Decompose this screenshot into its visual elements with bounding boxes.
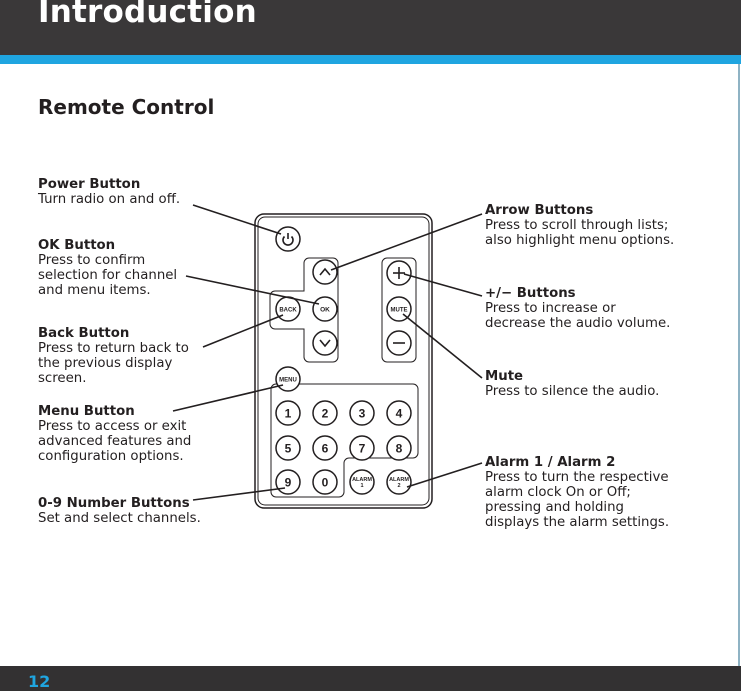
alarm-2-button[interactable]: ALARM 2 <box>386 469 412 495</box>
arrow-up-button[interactable] <box>312 259 338 285</box>
leader-line-mute <box>402 313 483 379</box>
leader-line-ok <box>185 275 320 305</box>
power-button[interactable] <box>275 226 301 252</box>
key-label: 1 <box>285 407 292 421</box>
back-label: BACK <box>279 308 297 314</box>
back-button[interactable]: BACK <box>275 296 301 322</box>
key-label: 8 <box>396 442 403 456</box>
leader-line-alarm <box>406 462 483 488</box>
key-label: 7 <box>359 442 366 456</box>
page-footer <box>0 666 741 691</box>
leader-line-back <box>202 314 284 348</box>
number-key-7[interactable]: 7 <box>349 435 375 461</box>
number-key-0[interactable]: 0 <box>312 469 338 495</box>
menu-button[interactable]: MENU <box>275 366 301 392</box>
number-key-2[interactable]: 2 <box>312 400 338 426</box>
volume-up-button[interactable] <box>386 260 412 286</box>
key-label: 9 <box>285 476 292 490</box>
key-label: 0 <box>322 476 329 490</box>
number-key-3[interactable]: 3 <box>349 400 375 426</box>
key-label: 2 <box>322 407 329 421</box>
number-key-1[interactable]: 1 <box>275 400 301 426</box>
number-key-6[interactable]: 6 <box>312 435 338 461</box>
key-label: 5 <box>285 442 292 456</box>
key-label: 3 <box>359 407 366 421</box>
page-number: 12 <box>28 672 51 691</box>
number-key-8[interactable]: 8 <box>386 435 412 461</box>
menu-label: MENU <box>279 378 297 384</box>
alarm-1-button[interactable]: ALARM 1 <box>349 469 375 495</box>
alarm-number: 1 <box>360 483 363 489</box>
mute-label: MUTE <box>391 308 408 314</box>
leader-line-menu <box>172 384 284 412</box>
ok-label: OK <box>320 307 330 314</box>
number-key-9[interactable]: 9 <box>275 469 301 495</box>
alarm-number: 2 <box>397 483 400 489</box>
arrow-down-button[interactable] <box>312 330 338 356</box>
ok-button[interactable]: OK <box>312 296 338 322</box>
remote-body-inner <box>257 216 430 506</box>
remote-illustration: OK BACK MUTE MENU 1 2 3 4 5 6 7 8 9 0 AL… <box>172 204 483 509</box>
number-key-5[interactable]: 5 <box>275 435 301 461</box>
key-label: 6 <box>322 442 329 456</box>
leader-line-arrows <box>330 213 483 271</box>
leader-line-power <box>192 204 282 235</box>
number-key-4[interactable]: 4 <box>386 400 412 426</box>
key-label: 4 <box>396 407 403 421</box>
volume-down-button[interactable] <box>386 330 412 356</box>
